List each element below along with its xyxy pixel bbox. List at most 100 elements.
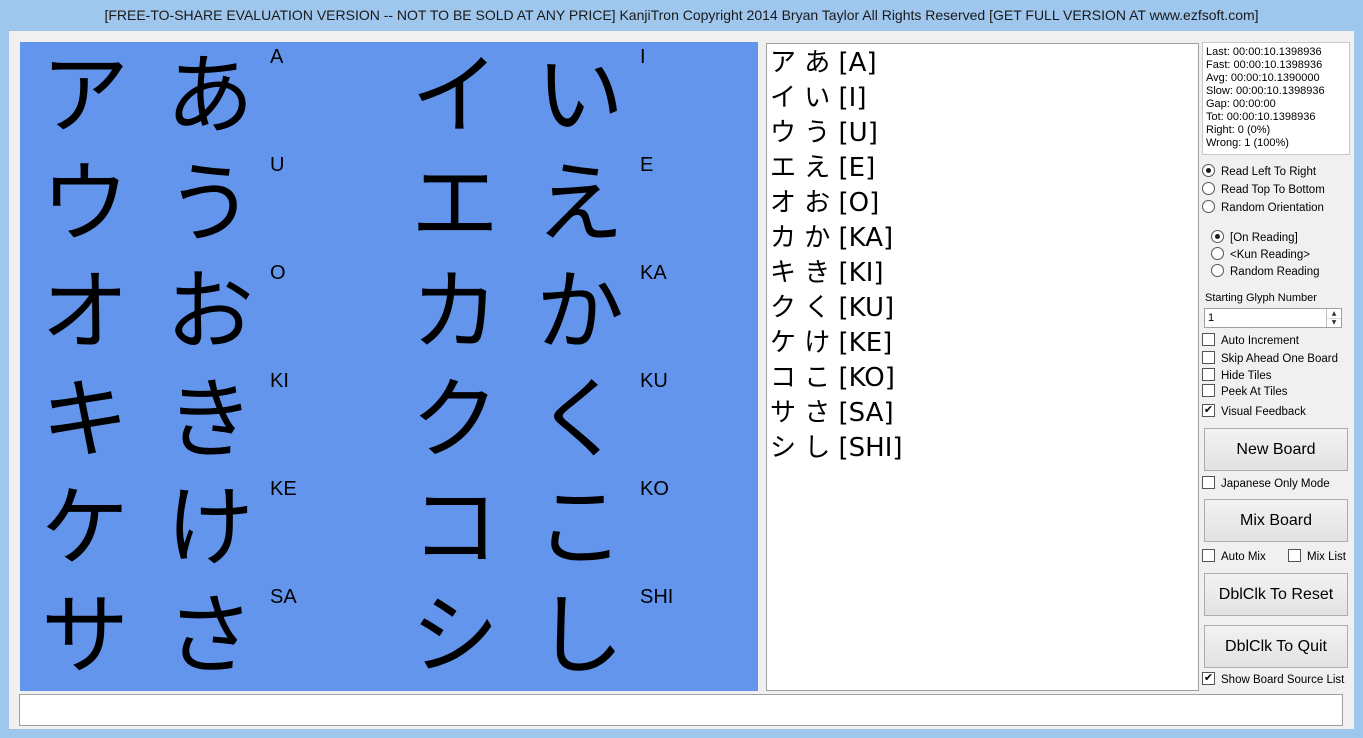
hiragana-glyph: こ: [535, 476, 624, 579]
checkbox-japanese-only-mode[interactable]: Japanese Only Mode: [1202, 476, 1330, 493]
romaji-label: A: [270, 46, 284, 68]
source-list-item: ア あ [A]: [770, 48, 877, 78]
katakana-glyph: イ: [410, 44, 499, 147]
katakana-glyph: キ: [40, 368, 129, 471]
kana-tile[interactable]: サさ SA: [20, 582, 389, 690]
radio-indicator[interactable]: [1211, 230, 1224, 244]
katakana-glyph: シ: [410, 584, 499, 687]
checkbox-box[interactable]: [1202, 549, 1215, 563]
kana-tile[interactable]: カか KA: [390, 258, 759, 366]
checkbox-box[interactable]: [1202, 351, 1215, 365]
hiragana-glyph: か: [535, 260, 624, 363]
kana-board: アあ A イい I ウう U エえ E オお O カか KA キき KI クく KU ケけ KE コこ KO サさ SA シ…: [20, 42, 758, 691]
hiragana-glyph: う: [165, 152, 254, 255]
kana-tile[interactable]: オおO: [20, 258, 389, 366]
source-list-item: コ こ [KO]: [770, 363, 895, 393]
romaji-label: U: [270, 154, 285, 176]
katakana-glyph: コ: [410, 476, 499, 579]
stat-line: Fast: 00:00:10.1398936: [1206, 59, 1323, 71]
radio-read-top-to-bottom[interactable]: Read Top To Bottom: [1202, 182, 1325, 199]
romaji-label: E: [640, 154, 654, 176]
checkbox-label: Auto Increment: [1221, 335, 1299, 347]
katakana-glyph: ク: [410, 368, 499, 471]
kana-tile[interactable]: ケけ KE: [20, 474, 389, 582]
stepper-down-icon[interactable]: ▼: [1327, 318, 1341, 327]
radio-kun-reading[interactable]: <Kun Reading>: [1211, 247, 1310, 264]
checkbox-hide-tiles[interactable]: Hide Tiles: [1202, 368, 1272, 385]
checkbox-label: Mix List: [1307, 551, 1346, 563]
stat-line: Last: 00:00:10.1398936: [1206, 46, 1322, 58]
source-list-item: ウ う [U]: [770, 118, 878, 148]
checkbox-label: Visual Feedback: [1221, 406, 1306, 418]
stat-line: Gap: 00:00:00: [1206, 98, 1276, 110]
radio-indicator[interactable]: [1211, 247, 1224, 261]
hiragana-glyph: あ: [165, 44, 254, 147]
radio-on-reading[interactable]: [On Reading]: [1211, 230, 1298, 247]
radio-indicator[interactable]: [1202, 200, 1215, 214]
katakana-glyph: ケ: [40, 476, 129, 579]
status-bar: [19, 694, 1343, 726]
stat-line: Avg: 00:00:10.1390000: [1206, 72, 1320, 84]
radio-label: <Kun Reading>: [1230, 249, 1310, 261]
katakana-glyph: ウ: [40, 152, 129, 255]
timing-stats-panel: Last: 00:00:10.1398936 Fast: 00:00:10.139…: [1202, 42, 1350, 155]
romaji-label: KA: [640, 262, 667, 284]
board-source-list[interactable]: ア あ [A] イ い [I] ウ う [U] エ え [E] オ お [O] カ か […: [766, 43, 1199, 691]
source-list-item: サ さ [SA]: [770, 398, 894, 428]
checkbox-box[interactable]: [1202, 368, 1215, 382]
romaji-label: KO: [640, 478, 669, 500]
kana-tile[interactable]: イいI: [390, 42, 759, 150]
checkbox-box[interactable]: [1288, 549, 1301, 563]
katakana-glyph: サ: [40, 584, 129, 687]
radio-read-left-to-right[interactable]: Read Left To Right: [1202, 164, 1316, 181]
source-list-item: カ か [KA]: [770, 223, 894, 253]
kana-tile[interactable]: クく KU: [390, 366, 759, 474]
checkbox-label: Auto Mix: [1221, 551, 1266, 563]
kana-tile[interactable]: コこ KO: [390, 474, 759, 582]
hiragana-glyph: え: [535, 152, 624, 255]
radio-random-orientation[interactable]: Random Orientation: [1202, 200, 1324, 217]
kana-tile[interactable]: シし SHI: [390, 582, 759, 690]
checkbox-show-board-source-list[interactable]: ✔ Show Board Source List: [1202, 672, 1344, 689]
checkbox-auto-mix[interactable]: Auto Mix: [1202, 549, 1266, 566]
stat-line: Slow: 00:00:10.1398936: [1206, 85, 1325, 97]
radio-indicator[interactable]: [1211, 264, 1224, 278]
checkbox-skip-ahead-one-board[interactable]: Skip Ahead One Board: [1202, 351, 1338, 368]
checkbox-label: Peek At Tiles: [1221, 386, 1288, 398]
source-list-item: ク く [KU]: [770, 293, 895, 323]
checkbox-mix-list[interactable]: Mix List: [1288, 549, 1346, 566]
romaji-label: SA: [270, 586, 297, 608]
katakana-glyph: カ: [410, 260, 499, 363]
starting-glyph-stepper[interactable]: ▲ ▼: [1204, 308, 1342, 328]
reset-button[interactable]: DblClk To Reset: [1204, 573, 1348, 616]
checkmark-icon[interactable]: ✔: [1202, 672, 1215, 686]
radio-indicator[interactable]: [1202, 164, 1215, 178]
checkbox-peek-at-tiles[interactable]: Peek At Tiles: [1202, 384, 1287, 401]
stepper-buttons: ▲ ▼: [1326, 309, 1341, 327]
hiragana-glyph: し: [535, 584, 624, 687]
source-list-item: エ え [E]: [770, 153, 876, 183]
quit-button[interactable]: DblClk To Quit: [1204, 625, 1348, 668]
checkmark-icon[interactable]: ✔: [1202, 404, 1215, 418]
checkbox-box[interactable]: [1202, 476, 1215, 490]
katakana-glyph: ア: [40, 44, 129, 147]
checkbox-box[interactable]: [1202, 384, 1215, 398]
kana-tile[interactable]: ウうU: [20, 150, 389, 258]
checkbox-auto-increment[interactable]: Auto Increment: [1202, 333, 1299, 350]
kana-tile[interactable]: アあA: [20, 42, 389, 150]
kana-tile[interactable]: キき KI: [20, 366, 389, 474]
radio-random-reading[interactable]: Random Reading: [1211, 264, 1320, 281]
starting-glyph-input[interactable]: [1205, 309, 1308, 327]
romaji-label: KI: [270, 370, 289, 392]
checkbox-visual-feedback[interactable]: ✔ Visual Feedback: [1202, 404, 1306, 421]
checkbox-box[interactable]: [1202, 333, 1215, 347]
main-window: アあ A イい I ウう U エえ E オお O カか KA キき KI クく KU ケけ KE コこ KO サさ SA シ…: [9, 31, 1354, 729]
kana-tile[interactable]: エえE: [390, 150, 759, 258]
hiragana-glyph: お: [165, 260, 254, 363]
romaji-label: KE: [270, 478, 297, 500]
radio-indicator[interactable]: [1202, 182, 1215, 196]
checkbox-label: Hide Tiles: [1221, 370, 1272, 382]
mix-board-button[interactable]: Mix Board: [1204, 499, 1348, 542]
new-board-button[interactable]: New Board: [1204, 428, 1348, 471]
checkbox-label: Japanese Only Mode: [1221, 478, 1330, 490]
